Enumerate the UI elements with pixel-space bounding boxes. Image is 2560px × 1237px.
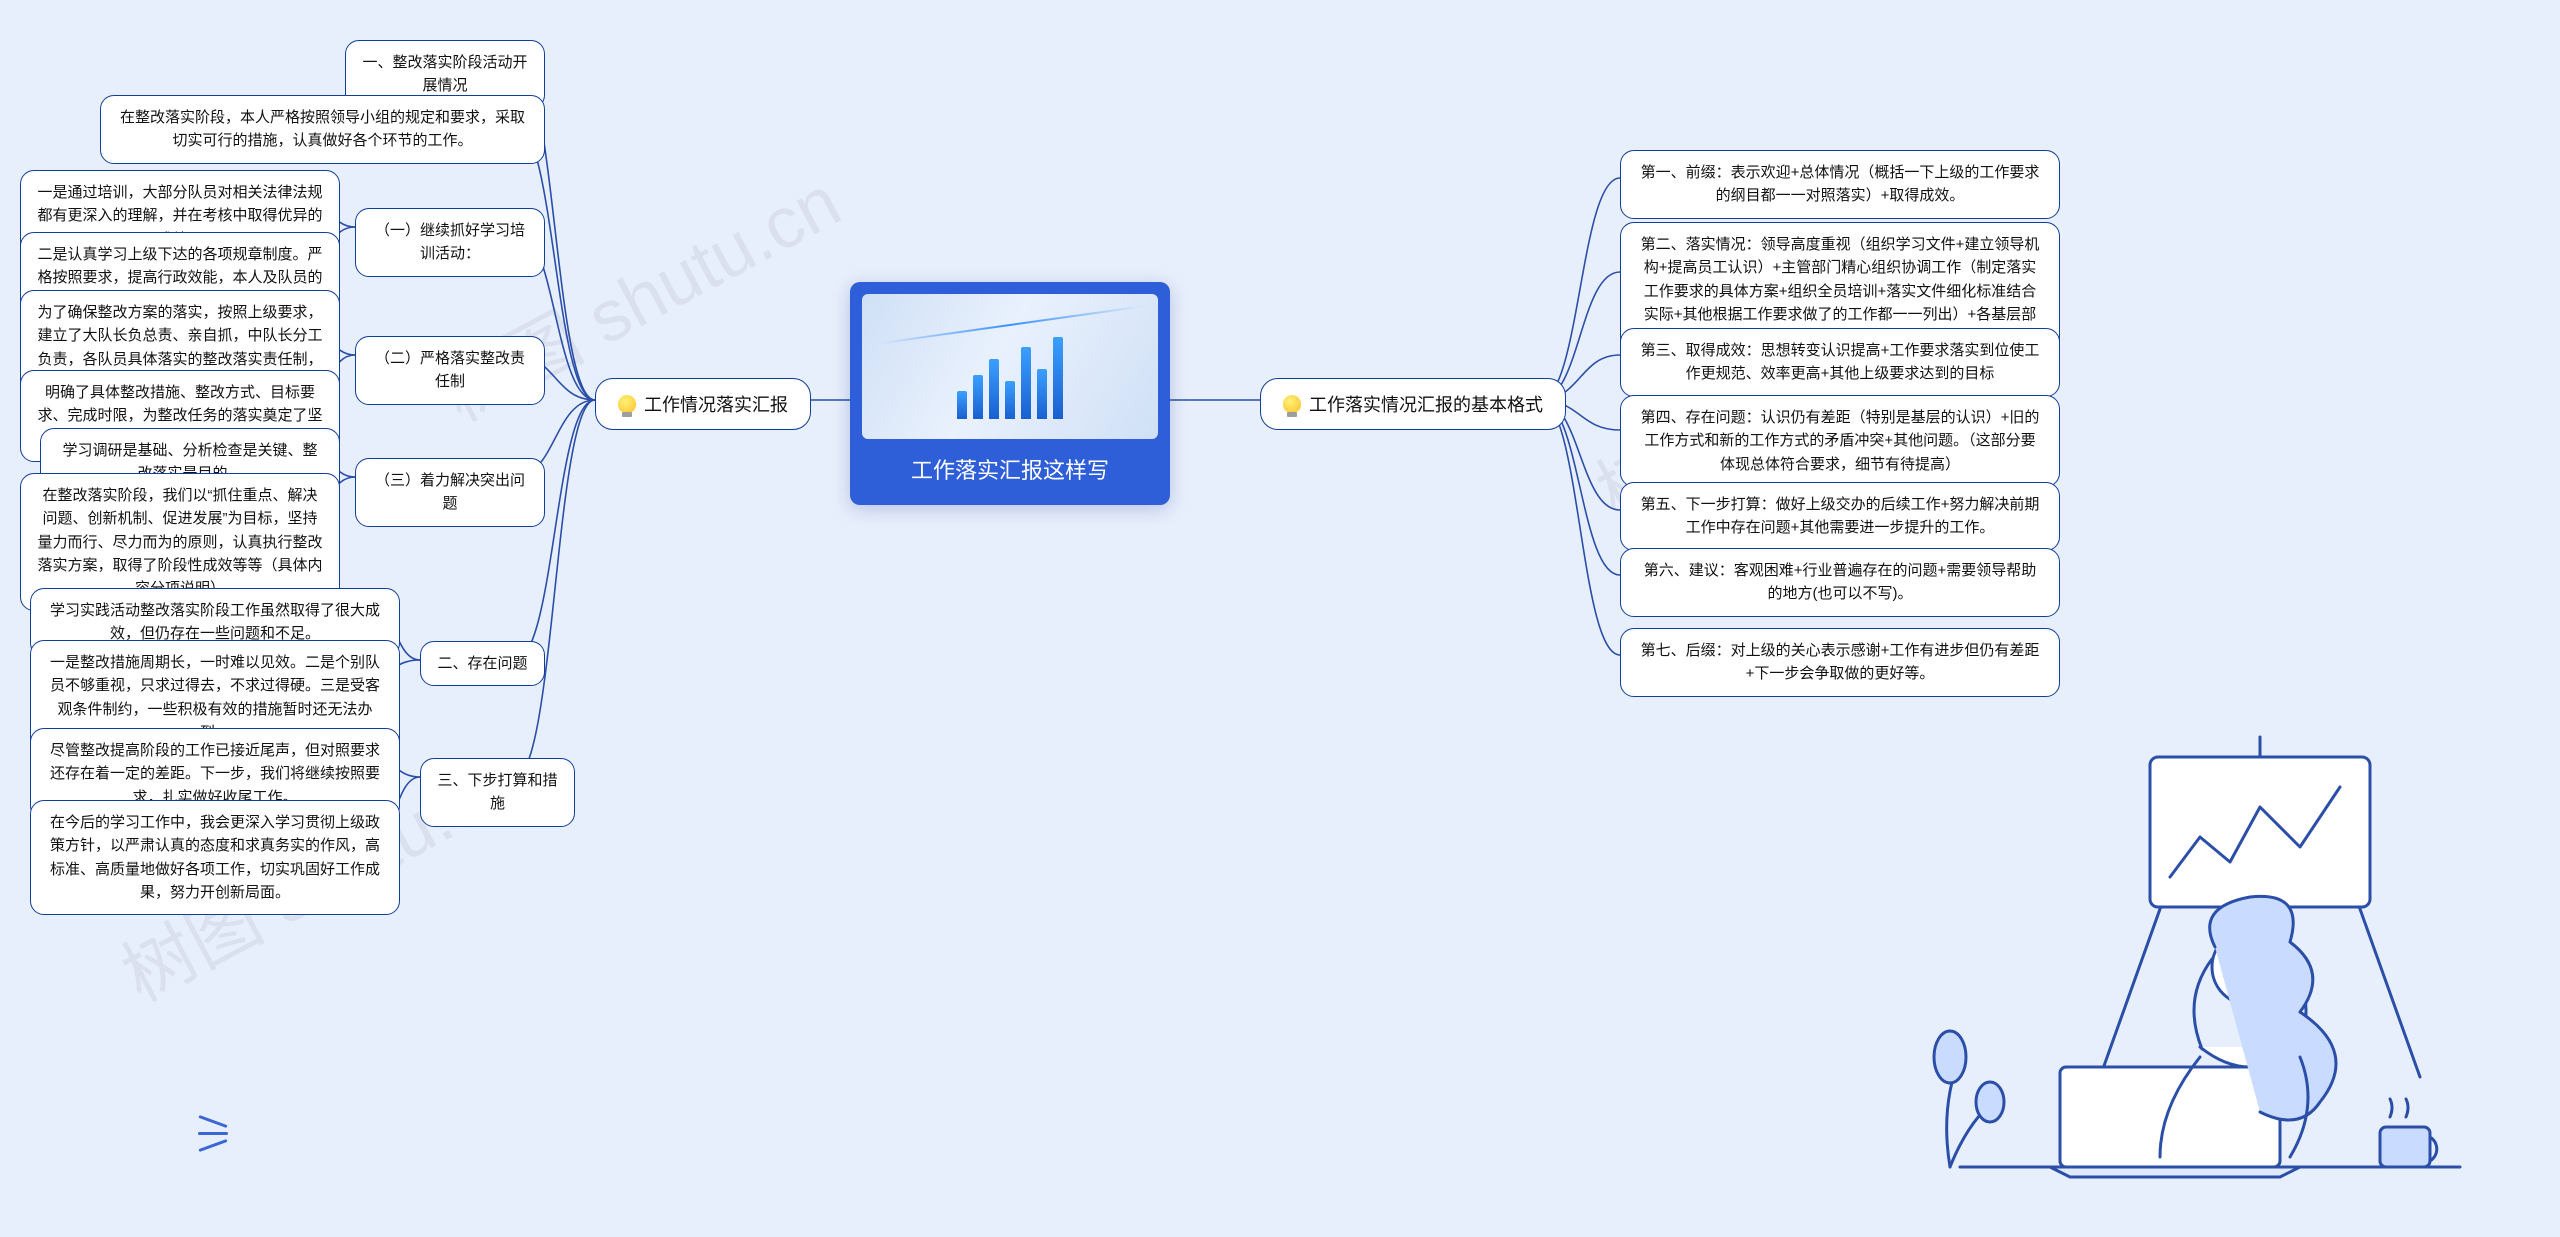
bulb-icon (618, 395, 636, 413)
branch-right-label: 工作落实情况汇报的基本格式 (1309, 391, 1543, 417)
node-l-s2[interactable]: （二）严格落实整改责任制 (355, 336, 545, 405)
text: 一、整改落实阶段活动开展情况 (362, 51, 528, 98)
node-l-s1[interactable]: （一）继续抓好学习培训活动： (355, 208, 545, 277)
text: 第一、前缀：表示欢迎+总体情况（概括一下上级的工作要求的纲目都一一对照落实）+取… (1637, 161, 2043, 208)
root-title: 工作落实汇报这样写 (862, 449, 1158, 493)
node-l-n2[interactable]: 在整改落实阶段，本人严格按照领导小组的规定和要求，采取切实可行的措施，认真做好各… (100, 95, 545, 164)
deco-lines-icon (188, 1110, 238, 1160)
text: 三、下步打算和措施 (437, 769, 558, 816)
root-image (862, 294, 1158, 439)
text: （二）严格落实整改责任制 (372, 347, 528, 394)
text: 在整改落实阶段，我们以“抓住重点、解决问题、创新机制、促进发展”为目标，坚持量力… (37, 484, 323, 600)
node-r3[interactable]: 第三、取得成效：思想转变认识提高+工作要求落实到位使工作更规范、效率更高+其他上… (1620, 328, 2060, 397)
text: （一）继续抓好学习培训活动： (372, 219, 528, 266)
bulb-icon (1283, 395, 1301, 413)
mindmap-canvas: 树图 shutu.cn 树图 shutu.cn 树图 shutu + + (0, 0, 2560, 1237)
text: 第七、后缀：对上级的关心表示感谢+工作有进步但仍有差距+下一步会争取做的更好等。 (1637, 639, 2043, 686)
node-r5[interactable]: 第五、下一步打算：做好上级交办的后续工作+努力解决前期工作中存在问题+其他需要进… (1620, 482, 2060, 551)
text: 第五、下一步打算：做好上级交办的后续工作+努力解决前期工作中存在问题+其他需要进… (1637, 493, 2043, 540)
node-r6[interactable]: 第六、建议：客观困难+行业普遍存在的问题+需要领导帮助的地方(也可以不写)。 (1620, 548, 2060, 617)
text: 第六、建议：客观困难+行业普遍存在的问题+需要领导帮助的地方(也可以不写)。 (1637, 559, 2043, 606)
text: 在整改落实阶段，本人严格按照领导小组的规定和要求，采取切实可行的措施，认真做好各… (117, 106, 528, 153)
text: 第四、存在问题：认识仍有差距（特别是基层的认识）+旧的工作方式和新的工作方式的矛… (1637, 406, 2043, 476)
root-node[interactable]: 工作落实汇报这样写 (850, 282, 1170, 505)
node-l-n3[interactable]: 二、存在问题 (420, 641, 545, 686)
text: 在今后的学习工作中，我会更深入学习贯彻上级政策方针，以严肃认真的态度和求真务实的… (47, 811, 383, 904)
node-l-n4[interactable]: 三、下步打算和措施 (420, 758, 575, 827)
text: 二、存在问题 (437, 652, 527, 675)
branch-left[interactable]: 工作情况落实汇报 (595, 378, 811, 430)
text: （三）着力解决突出问题 (372, 469, 528, 516)
decorative-illustration (1900, 697, 2520, 1217)
text: 尽管整改提高阶段的工作已接近尾声，但对照要求还存在着一定的差距。下一步，我们将继… (47, 739, 383, 809)
branch-right[interactable]: 工作落实情况汇报的基本格式 (1260, 378, 1566, 430)
node-r4[interactable]: 第四、存在问题：认识仍有差距（特别是基层的认识）+旧的工作方式和新的工作方式的矛… (1620, 395, 2060, 487)
node-r1[interactable]: 第一、前缀：表示欢迎+总体情况（概括一下上级的工作要求的纲目都一一对照落实）+取… (1620, 150, 2060, 219)
text: 学习实践活动整改落实阶段工作虽然取得了很大成效，但仍存在一些问题和不足。 (47, 599, 383, 646)
node-l-n4b[interactable]: 在今后的学习工作中，我会更深入学习贯彻上级政策方针，以严肃认真的态度和求真务实的… (30, 800, 400, 915)
text: 第三、取得成效：思想转变认识提高+工作要求落实到位使工作更规范、效率更高+其他上… (1637, 339, 2043, 386)
branch-left-label: 工作情况落实汇报 (644, 391, 788, 417)
node-r7[interactable]: 第七、后缀：对上级的关心表示感谢+工作有进步但仍有差距+下一步会争取做的更好等。 (1620, 628, 2060, 697)
node-l-s3[interactable]: （三）着力解决突出问题 (355, 458, 545, 527)
